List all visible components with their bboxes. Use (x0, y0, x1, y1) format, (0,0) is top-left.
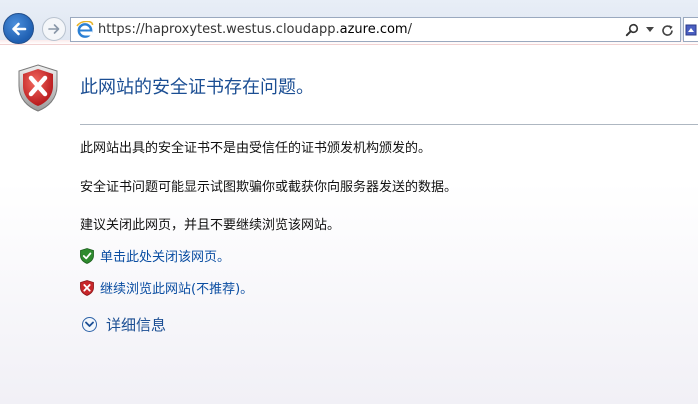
refresh-icon (662, 24, 673, 36)
error-shield-icon (18, 64, 58, 112)
new-tab-button[interactable] (683, 17, 698, 42)
url-domain: azure.com (339, 22, 408, 37)
url-prefix: https://haproxytest.westus.cloudapp. (98, 22, 340, 37)
warning-paragraph-1: 此网站出具的安全证书不是由受信任的证书颁发机构颁发的。 (80, 141, 432, 156)
dropdown-arrow-icon (646, 27, 654, 32)
address-tools (625, 20, 674, 40)
recommendation-paragraph: 建议关闭此网页，并且不要继续浏览该网站。 (80, 218, 341, 233)
back-arrow-icon (11, 22, 26, 35)
url-suffix: / (407, 22, 412, 37)
more-information-toggle[interactable]: 详细信息 (82, 314, 166, 335)
page-title: 此网站的安全证书存在问题。 (80, 77, 314, 98)
search-icon (625, 23, 639, 37)
warning-paragraph-2: 安全证书问题可能显示试图欺骗你或截获你向服务器发送的数据。 (80, 180, 458, 195)
more-information-label[interactable]: 详细信息 (106, 314, 166, 335)
refresh-button[interactable] (661, 21, 674, 39)
forward-arrow-icon (48, 24, 60, 34)
back-button[interactable] (3, 13, 34, 44)
dropdown-button[interactable] (646, 21, 654, 39)
expand-chevron-icon (82, 317, 97, 332)
green-shield-check-icon (80, 247, 94, 264)
continue-to-site-link[interactable]: 继续浏览此网站(不推荐)。 (80, 278, 253, 297)
red-shield-x-icon (80, 279, 94, 296)
continue-to-site-link-text[interactable]: 继续浏览此网站(不推荐)。 (100, 278, 253, 297)
close-page-link[interactable]: 单击此处关闭该网页。 (80, 246, 230, 265)
title-divider (80, 124, 698, 125)
search-button[interactable] (625, 21, 639, 39)
tab-icon (685, 24, 697, 35)
close-page-link-text[interactable]: 单击此处关闭该网页。 (100, 246, 230, 265)
address-bar[interactable]: https://haproxytest.westus.cloudapp.azur… (70, 17, 681, 42)
forward-button[interactable] (42, 17, 66, 41)
url-text[interactable]: https://haproxytest.westus.cloudapp.azur… (98, 22, 412, 37)
ie-logo-icon (76, 20, 94, 38)
